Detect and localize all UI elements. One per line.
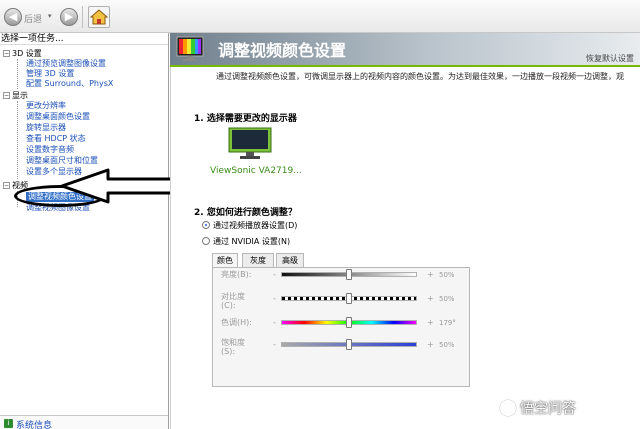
brightness-value: 50% [439, 271, 455, 279]
task-tree-panel: 选择一项任务... −3D 设置 通过预览调整图像设置 管理 3D 设置 配置 … [0, 33, 169, 429]
radio-unselected-icon[interactable] [202, 237, 210, 245]
tree-item-rotate-display[interactable]: 旋转显示器 [26, 123, 66, 133]
saturation-plus[interactable]: + [427, 340, 434, 349]
system-info-icon[interactable]: i [4, 419, 13, 428]
brightness-label: 亮度(B): [221, 270, 252, 279]
radio-selected-icon[interactable] [202, 221, 210, 229]
restore-defaults-link[interactable]: 恢复默认设置 [586, 53, 634, 64]
tree-footer: i 系统信息 [0, 415, 168, 429]
home-button[interactable] [88, 6, 110, 28]
saturation-slider-thumb[interactable] [346, 339, 352, 350]
tree-category-3d[interactable]: −3D 设置 [3, 49, 42, 59]
back-dropdown-icon[interactable]: ▾ [48, 12, 52, 20]
saturation-label: 饱和度 (S): [221, 338, 245, 356]
color-tab-panel: 亮度(B): - + 50% 对比度 (C): - + 50% 色调(H): -… [212, 267, 470, 387]
display-monitor-icon[interactable] [228, 127, 272, 161]
hue-value: 179° [439, 319, 456, 327]
tab-advanced[interactable]: 高级 [276, 253, 304, 267]
page-description: 通过调整视频颜色设置，可微调显示器上的视频内容的颜色设置。为达到最佳效果，一边播… [216, 72, 624, 81]
tree-item-manage-3d[interactable]: 管理 3D 设置 [26, 69, 74, 79]
monitor-color-icon [176, 36, 204, 61]
tree-item-digital-audio[interactable]: 设置数字音频 [26, 145, 74, 155]
tree-item-preview-settings[interactable]: 通过预览调整图像设置 [26, 59, 106, 69]
back-label[interactable]: 后退 [24, 12, 42, 25]
tab-color[interactable]: 颜色 [212, 253, 238, 268]
main-content: 调整视频颜色设置 恢复默认设置 通过调整视频颜色设置，可微调显示器上的视频内容的… [170, 33, 640, 429]
back-arrow-icon[interactable]: ◀ [4, 8, 22, 26]
collapse-icon[interactable]: − [3, 92, 10, 99]
forward-arrow-icon[interactable]: ▶ [60, 8, 78, 26]
tree-item-hdcp-status[interactable]: 查看 HDCP 状态 [26, 134, 86, 144]
section-select-display-title: 1. 选择需要更改的显示器 [194, 114, 297, 124]
home-icon [89, 9, 109, 25]
toolbar: ◀ 后退 ▾ ▶ [0, 0, 640, 33]
toolbar-separator [82, 6, 83, 28]
brightness-slider-thumb[interactable] [346, 269, 352, 280]
saturation-value: 50% [439, 341, 455, 349]
page-banner: 调整视频颜色设置 恢复默认设置 [170, 33, 640, 65]
contrast-value: 50% [439, 295, 455, 303]
banner-accent-line [170, 65, 640, 67]
system-info-link[interactable]: 系统信息 [16, 418, 52, 429]
tree-item-surround-physx[interactable]: 配置 Surround、PhysX [26, 79, 113, 89]
hue-minus[interactable]: - [273, 318, 276, 327]
saturation-minus[interactable]: - [273, 340, 276, 349]
tab-gamma[interactable]: 灰度 [242, 253, 274, 267]
radio-nvidia-settings[interactable]: 通过 NVIDIA 设置(N) [202, 236, 290, 247]
tree-connector [17, 101, 18, 179]
hue-plus[interactable]: + [427, 318, 434, 327]
section-adjust-method-title: 2. 您如何进行颜色调整？ [194, 208, 297, 218]
collapse-icon[interactable]: − [3, 182, 10, 189]
tree-header: 选择一项任务... [0, 33, 168, 45]
collapse-icon[interactable]: − [3, 50, 10, 57]
brightness-plus[interactable]: + [427, 270, 434, 279]
tree-category-display[interactable]: − 显示 [3, 91, 28, 101]
contrast-label: 对比度 (C): [221, 292, 245, 310]
hue-slider-thumb[interactable] [346, 317, 352, 328]
content-divider [170, 67, 171, 429]
tree-connector [17, 59, 18, 89]
contrast-slider-thumb[interactable] [346, 293, 352, 304]
radio-video-player[interactable]: 通过视频播放器设置(D) [202, 220, 297, 231]
wukong-logo-icon [500, 400, 516, 416]
tree-item-desktop-color[interactable]: 调整桌面颜色设置 [26, 112, 90, 122]
contrast-plus[interactable]: + [427, 294, 434, 303]
contrast-minus[interactable]: - [273, 294, 276, 303]
watermark: 悟空问答 [500, 398, 576, 418]
tree-item-resolution[interactable]: 更改分辨率 [26, 101, 66, 111]
hue-label: 色调(H): [221, 318, 252, 327]
display-monitor-label[interactable]: ViewSonic VA2719... [210, 166, 302, 176]
page-title: 调整视频颜色设置 [218, 41, 347, 60]
brightness-minus[interactable]: - [273, 270, 276, 279]
